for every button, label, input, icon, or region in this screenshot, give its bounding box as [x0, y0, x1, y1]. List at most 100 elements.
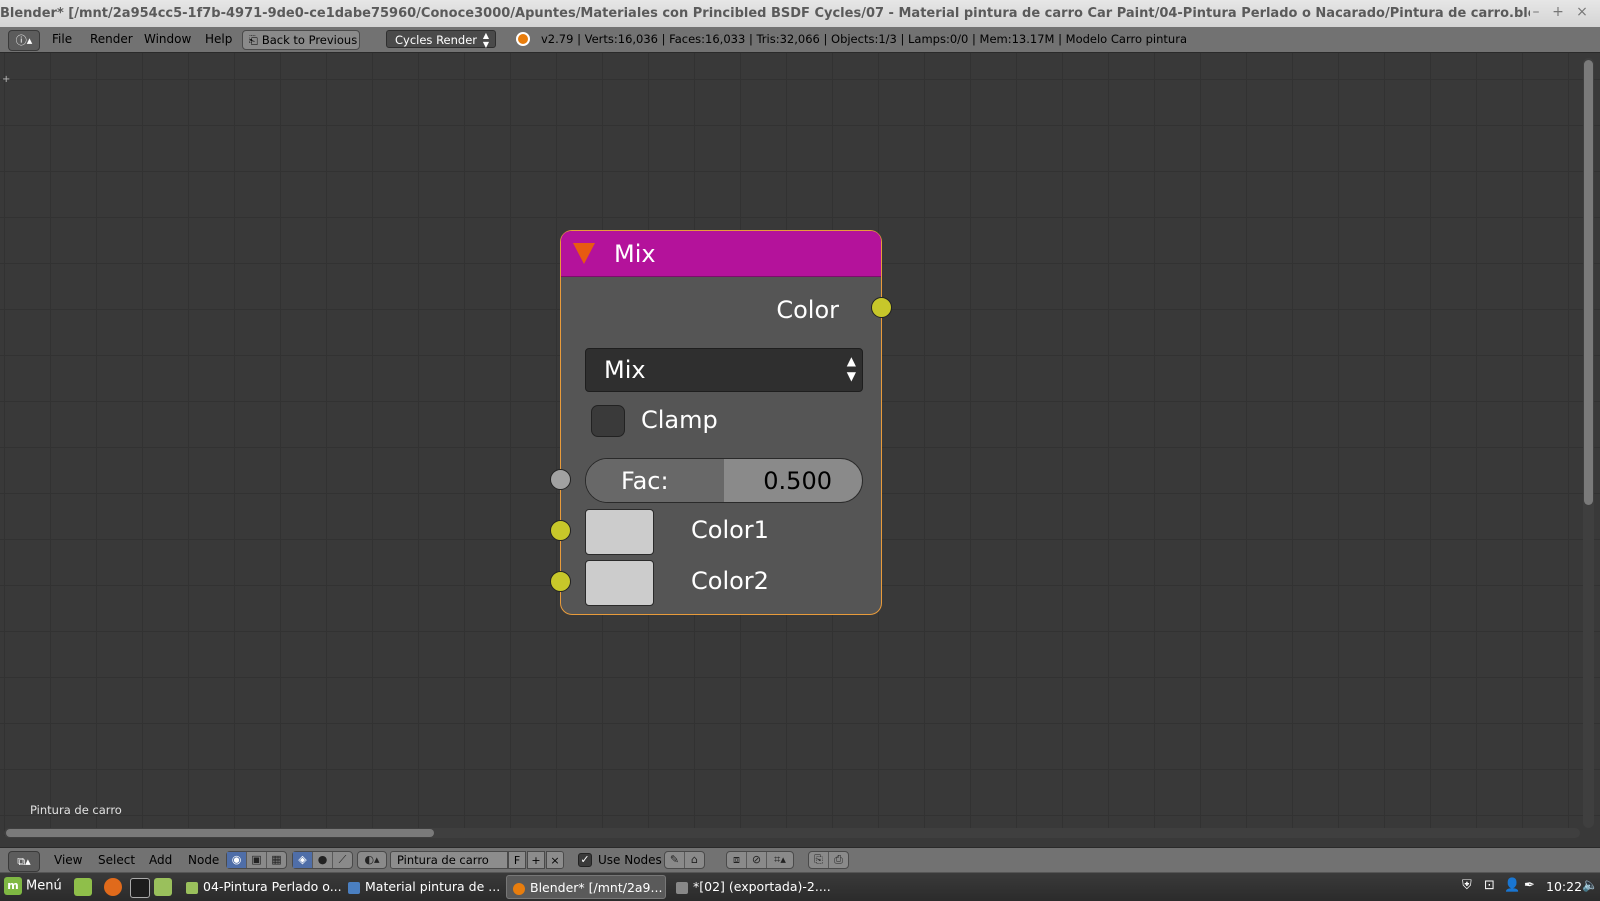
collapse-triangle-icon[interactable] — [573, 243, 595, 264]
blender-task-icon — [513, 882, 525, 895]
blend-type-select[interactable]: Mix ▲ ▼ — [585, 348, 863, 392]
task-document[interactable]: Material pintura de ... — [342, 875, 502, 899]
maximize-button[interactable]: + — [1548, 4, 1568, 20]
editor-type-button[interactable]: ⓘ▴ — [8, 30, 40, 51]
start-menu-button[interactable]: m Menú — [4, 877, 62, 895]
linestyle-shader-icon[interactable]: ⟋ — [333, 852, 352, 868]
fac-value: 0.500 — [763, 467, 832, 495]
window-title: Blender* [/mnt/2a954cc5-1f7b-4971-9de0-c… — [0, 6, 1530, 21]
color2-swatch[interactable] — [585, 560, 654, 606]
files-icon[interactable] — [154, 878, 172, 896]
clamp-checkbox[interactable] — [591, 405, 625, 437]
os-taskbar: m Menú 04-Pintura Perlado o... Material p… — [0, 872, 1600, 901]
pen-icon[interactable]: ✒ — [1524, 878, 1535, 893]
clipboard-group: ⎘ ⎙ — [808, 851, 849, 869]
clamp-label: Clamp — [641, 406, 718, 434]
material-browse-button[interactable]: ◐▴ — [357, 851, 387, 869]
area-split-icon[interactable]: + — [2, 74, 10, 85]
color1-input-socket[interactable] — [550, 520, 571, 541]
output-color-socket[interactable] — [871, 297, 892, 318]
back-to-previous-button[interactable]: ⎗ Back to Previous — [242, 30, 360, 50]
user-icon[interactable]: 👤 — [1504, 878, 1520, 893]
pin-icon[interactable]: ✎ — [665, 852, 685, 868]
menu-render[interactable]: Render — [90, 32, 133, 46]
folder-icon — [186, 881, 198, 894]
close-button[interactable]: × — [1572, 4, 1592, 20]
shader-nodes-icon[interactable]: ◉ — [227, 852, 247, 868]
color1-swatch[interactable] — [585, 509, 654, 555]
image-viewer-icon — [676, 881, 688, 894]
task-blender-label: Blender* [/mnt/2a9... — [530, 880, 663, 895]
color1-label: Color1 — [691, 516, 769, 544]
menu-window[interactable]: Window — [144, 32, 191, 46]
material-name-field[interactable]: Pintura de carro — [390, 851, 508, 869]
updown-arrows-icon: ▲ ▼ — [846, 354, 856, 383]
copy-icon[interactable]: ⎘ — [809, 852, 829, 868]
start-menu-label: Menú — [26, 878, 62, 894]
unlink-material-icon[interactable]: × — [546, 851, 564, 869]
volume-icon[interactable]: 🔈 — [1582, 878, 1598, 893]
show-desktop-icon[interactable] — [74, 878, 92, 896]
fake-user-button[interactable]: F — [508, 851, 526, 869]
output-color-label: Color — [776, 296, 839, 324]
minimize-button[interactable]: – — [1526, 4, 1546, 20]
blender-logo-icon — [516, 32, 530, 46]
node-title: Mix — [614, 240, 656, 268]
node-header[interactable]: Mix — [561, 231, 881, 277]
menu-node[interactable]: Node — [188, 853, 219, 867]
task-blender[interactable]: Blender* [/mnt/2a9... — [506, 875, 666, 899]
object-shader-icon[interactable]: ◈ — [293, 852, 313, 868]
info-header: ⓘ▴ File Render Window Help ⎗ Back to Prev… — [0, 27, 1600, 53]
compositing-nodes-icon[interactable]: ▣ — [247, 852, 267, 868]
menu-help[interactable]: Help — [205, 32, 232, 46]
material-sphere-icon: ◐▴ — [364, 853, 380, 866]
paste-icon[interactable]: ⎙ — [829, 852, 848, 868]
color2-input-socket[interactable] — [550, 571, 571, 592]
horizontal-scrollbar[interactable] — [6, 829, 434, 837]
shader-type-group: ◈ ● ⟋ — [292, 851, 353, 869]
texture-nodes-icon[interactable]: ▦ — [267, 852, 286, 868]
fac-input-socket[interactable] — [550, 469, 571, 490]
fac-label: Fac: — [621, 467, 669, 495]
add-material-icon[interactable]: + — [527, 851, 545, 869]
node-editor-header: ⧉▴ View Select Add Node ◉ ▣ ▦ ◈ ● ⟋ ◐▴ P… — [0, 847, 1600, 873]
color2-label: Color2 — [691, 567, 769, 595]
mix-node[interactable]: Mix Color Mix ▲ ▼ Clamp Fac: 0.500 Color1… — [550, 230, 892, 615]
menu-view[interactable]: View — [54, 853, 82, 867]
render-engine-select[interactable]: Cycles Render ▲ ▼ — [386, 30, 496, 49]
task-image-label: *[02] (exportada)-2.... — [693, 879, 831, 894]
menu-add[interactable]: Add — [149, 853, 172, 867]
backdrop-group: ✎ ⌂ — [664, 851, 705, 869]
back-to-previous-label: Back to Previous — [261, 33, 358, 47]
vertical-scrollbar[interactable] — [1584, 60, 1593, 505]
use-nodes-checkbox[interactable]: ✓ — [578, 853, 592, 867]
snap-icon[interactable]: ⊘ — [747, 852, 767, 868]
network-icon[interactable]: ⊡ — [1484, 878, 1495, 893]
task-folder[interactable]: 04-Pintura Perlado o... — [180, 875, 342, 899]
menu-select[interactable]: Select — [98, 853, 135, 867]
editor-type-button-node[interactable]: ⧉▴ — [8, 851, 40, 872]
back-icon: ⎗ — [249, 34, 258, 47]
task-document-label: Material pintura de ... — [365, 879, 501, 894]
node-tree-type-group: ◉ ▣ ▦ — [226, 851, 287, 869]
task-image[interactable]: *[02] (exportada)-2.... — [670, 875, 831, 899]
snap-group: ⧈ ⊘ ⌗▴ — [726, 851, 794, 869]
snap-element-icon[interactable]: ⌗▴ — [767, 852, 793, 868]
info-icon: ⓘ▴ — [15, 34, 33, 47]
updown-arrows-icon: ▲ ▼ — [482, 31, 489, 49]
clock: 10:22 — [1546, 879, 1583, 894]
shield-icon[interactable]: ⛨ — [1462, 878, 1472, 893]
fac-slider[interactable]: Fac: 0.500 — [585, 458, 863, 503]
task-folder-label: 04-Pintura Perlado o... — [203, 879, 342, 894]
world-shader-icon[interactable]: ● — [313, 852, 333, 868]
blend-type-label: Mix — [604, 356, 646, 384]
render-engine-label: Cycles Render — [395, 33, 478, 47]
window-titlebar: Blender* [/mnt/2a954cc5-1f7b-4971-9de0-c… — [0, 0, 1600, 28]
node-editor-icon: ⧉▴ — [17, 855, 31, 868]
copy-nodes-icon[interactable]: ⧈ — [727, 852, 747, 868]
backdrop-icon[interactable]: ⌂ — [685, 852, 704, 868]
terminal-icon[interactable] — [130, 878, 150, 898]
firefox-icon[interactable] — [104, 878, 122, 896]
menu-file[interactable]: File — [52, 32, 72, 46]
material-name-label: Pintura de carro — [30, 803, 122, 817]
